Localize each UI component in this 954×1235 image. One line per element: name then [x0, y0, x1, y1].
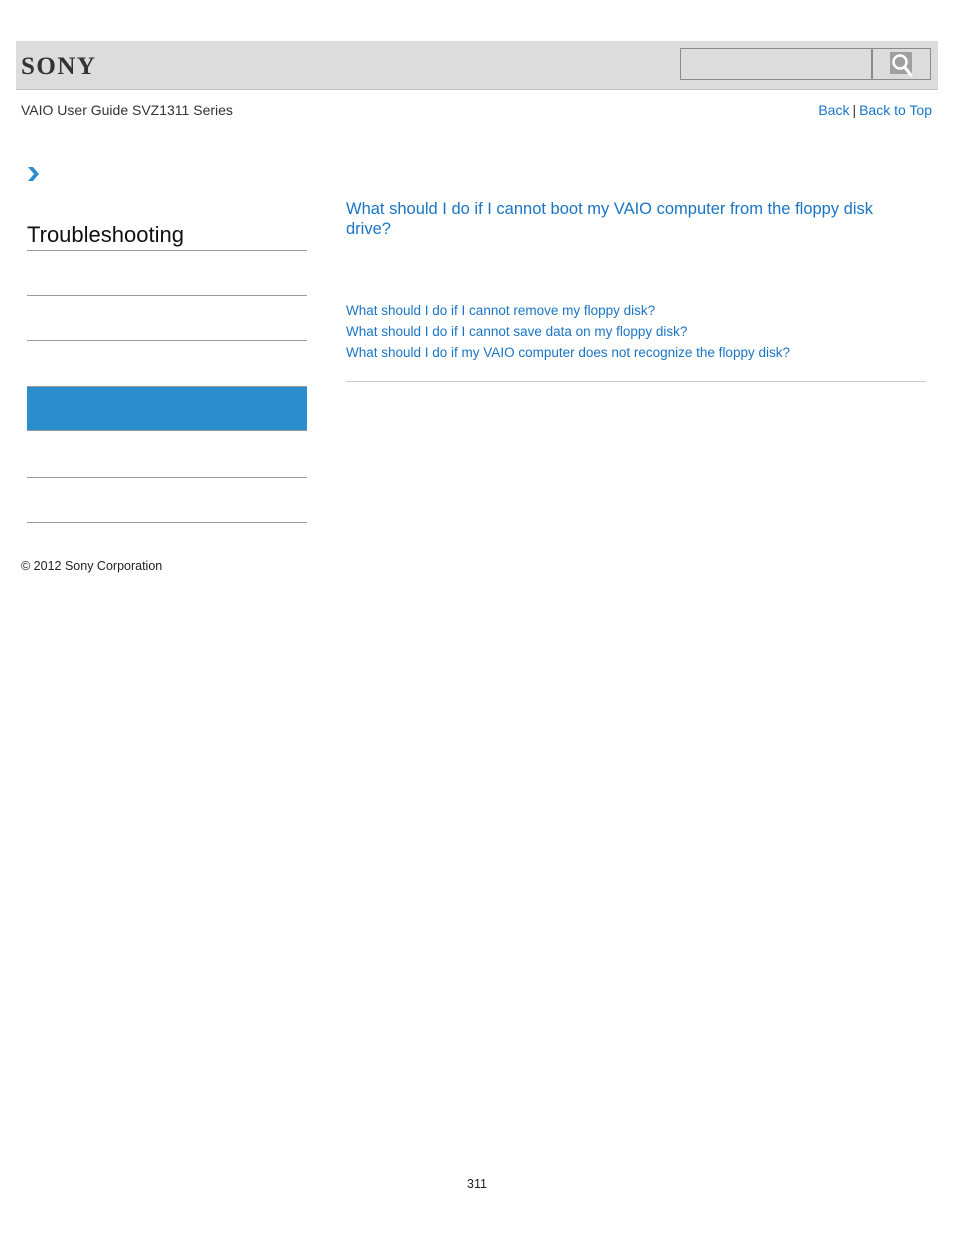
nav-links: Back | Back to Top: [818, 102, 932, 118]
nav-separator: |: [852, 102, 857, 118]
search-box: [680, 48, 931, 80]
search-button[interactable]: [871, 48, 931, 80]
page-number: 311: [467, 1177, 487, 1191]
header-bar: SONY: [16, 41, 938, 90]
sidebar-item-active[interactable]: [27, 386, 307, 431]
sidebar-item-2[interactable]: [27, 296, 307, 341]
page-title-link[interactable]: What should I do if I cannot boot my VAI…: [346, 199, 906, 239]
sidebar-item-1[interactable]: [27, 251, 307, 296]
related-links: What should I do if I cannot remove my f…: [346, 300, 790, 363]
guide-title: VAIO User Guide SVZ1311 Series: [21, 102, 233, 118]
related-link-save-data[interactable]: What should I do if I cannot save data o…: [346, 321, 790, 342]
sony-logo: SONY: [21, 53, 97, 80]
sidebar-item-5[interactable]: [27, 478, 307, 523]
divider: [346, 381, 926, 382]
copyright: © 2012 Sony Corporation: [21, 559, 163, 573]
related-link-not-recognize[interactable]: What should I do if my VAIO computer doe…: [346, 342, 790, 363]
back-to-top-link[interactable]: Back to Top: [859, 102, 932, 118]
related-link-remove-floppy[interactable]: What should I do if I cannot remove my f…: [346, 300, 790, 321]
chevron-right-icon: [27, 167, 41, 186]
sidebar-title: Troubleshooting: [27, 222, 307, 251]
sidebar-item-4[interactable]: [27, 433, 307, 478]
search-input[interactable]: [681, 49, 871, 79]
back-link[interactable]: Back: [818, 102, 849, 118]
breadcrumb[interactable]: [27, 166, 41, 187]
